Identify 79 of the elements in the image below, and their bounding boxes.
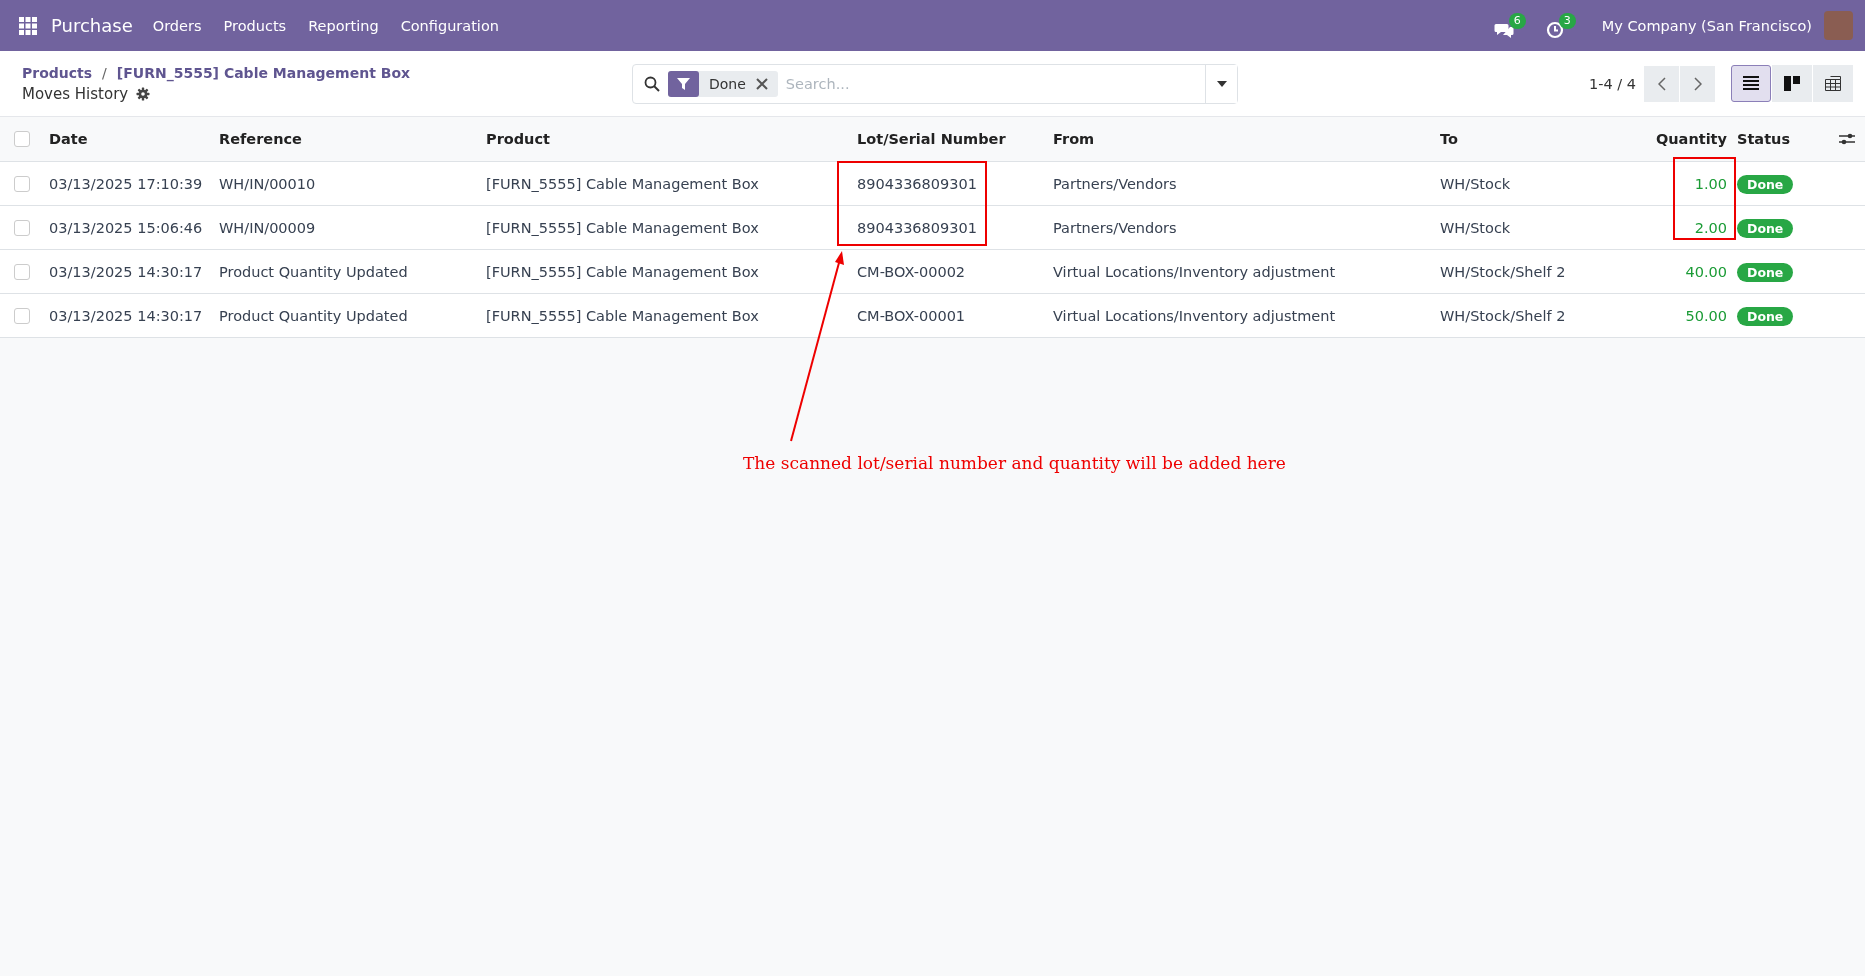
kanban-icon	[1784, 76, 1800, 91]
table-cell-text: WH/IN/00009	[219, 219, 317, 236]
table-cell-text: CM-BOX-00001	[857, 307, 967, 324]
breadcrumb-separator: /	[102, 64, 107, 81]
status-badge: Done	[1737, 262, 1794, 282]
menu-item[interactable]: Reporting	[308, 17, 379, 34]
chevron-left-icon	[1657, 76, 1666, 91]
close-icon[interactable]	[755, 77, 768, 90]
company-switcher[interactable]: My Company (San Francisco)	[1601, 17, 1812, 34]
table-cell-text: [FURN_5555] Cable Management Box	[486, 219, 760, 236]
app-name[interactable]: Purchase	[51, 15, 133, 36]
chevron-right-icon	[1693, 76, 1702, 91]
search-input[interactable]: Search...	[777, 75, 1205, 92]
table-cell-text: Virtual Locations/Inventory adjustment	[1053, 263, 1337, 280]
select-all-checkbox[interactable]	[13, 131, 30, 147]
table-cell-text: Virtual Locations/Inventory adjustment	[1053, 307, 1337, 324]
menu-item[interactable]: Products	[223, 17, 287, 34]
filter-icon	[668, 70, 699, 97]
breadcrumb-link[interactable]: [FURN_5555] Cable Management Box	[116, 64, 411, 81]
row-checkbox[interactable]	[13, 175, 30, 192]
list-icon	[1743, 76, 1759, 91]
table-cell-text: 03/13/2025 14:30:17	[49, 263, 204, 280]
table-cell-text: 50.00	[1684, 307, 1728, 324]
table-cell-text: Partners/Vendors	[1053, 175, 1178, 192]
table-cell-text: 03/13/2025 14:30:17	[49, 307, 204, 324]
sliders-icon[interactable]	[1839, 132, 1855, 146]
table-cell-text: Product Quantity Updated	[219, 307, 409, 324]
status-badge: Done	[1737, 218, 1794, 238]
annotation-text: The scanned lot/serial number and quantity will be added here	[743, 453, 1286, 473]
view-switch-button[interactable]	[1731, 65, 1771, 102]
table-cell-text: 40.00	[1684, 263, 1728, 280]
menu-item[interactable]: Orders	[152, 17, 202, 34]
table-cell-text: WH/IN/00010	[219, 175, 317, 192]
table-cell-text: 2.00	[1693, 219, 1728, 236]
column-header[interactable]: From	[1053, 131, 1440, 147]
menu-item[interactable]: Configuration	[400, 17, 499, 34]
table-cell-text: CM-BOX-00002	[857, 263, 967, 280]
view-switch-button[interactable]	[1772, 65, 1812, 102]
status-badge: Done	[1737, 174, 1794, 194]
table-cell-text: WH/Stock	[1440, 219, 1512, 236]
status-badge: Done	[1737, 306, 1794, 326]
grid-icon	[1825, 76, 1841, 91]
column-header[interactable]: Status	[1733, 131, 1820, 147]
table-cell-text: [FURN_5555] Cable Management Box	[486, 175, 760, 192]
table-cell-text: WH/Stock	[1440, 175, 1512, 192]
table-cell-text: [FURN_5555] Cable Management Box	[486, 263, 760, 280]
facet-label: Done	[709, 75, 746, 92]
clock-icon	[1545, 20, 1564, 39]
column-header[interactable]: Date	[49, 131, 219, 147]
row-checkbox[interactable]	[13, 307, 30, 324]
row-checkbox[interactable]	[13, 263, 30, 280]
column-header[interactable]: To	[1440, 131, 1621, 147]
table-cell-text: WH/Stock/Shelf 2	[1440, 307, 1567, 324]
table-cell-text: 8904336809301	[857, 219, 978, 236]
table-cell-text: Partners/Vendors	[1053, 219, 1178, 236]
column-header[interactable]: Product	[486, 131, 857, 147]
breadcrumb-link[interactable]: Products	[22, 64, 93, 81]
search-icon	[644, 75, 660, 92]
row-checkbox[interactable]	[13, 219, 30, 236]
table-cell-text: Product Quantity Updated	[219, 263, 409, 280]
activity-count: 3	[1558, 12, 1576, 29]
table-cell-text: WH/Stock/Shelf 2	[1440, 263, 1567, 280]
search-options-button[interactable]	[1205, 64, 1237, 103]
message-count: 6	[1508, 12, 1526, 29]
table-cell-text: 1.00	[1693, 175, 1728, 192]
table-cell-text: 03/13/2025 15:06:46	[49, 219, 204, 236]
table-cell-text: [FURN_5555] Cable Management Box	[486, 307, 760, 324]
caret-icon	[1216, 80, 1227, 87]
column-header[interactable]: Quantity	[1621, 131, 1733, 147]
column-header[interactable]: Reference	[219, 131, 486, 147]
apps-menu-icon[interactable]	[19, 16, 37, 35]
gear-icon[interactable]	[136, 86, 151, 101]
table-cell-text: 8904336809301	[857, 175, 978, 192]
search-field[interactable]: Done Search...	[632, 63, 1238, 104]
page-title: Moves History	[22, 84, 129, 103]
table-cell-text: 03/13/2025 17:10:39	[49, 175, 204, 192]
view-switch-button[interactable]	[1813, 65, 1853, 102]
column-header[interactable]: Lot/Serial Number	[857, 131, 1053, 147]
pager-value: 1-4 / 4	[1589, 75, 1636, 92]
